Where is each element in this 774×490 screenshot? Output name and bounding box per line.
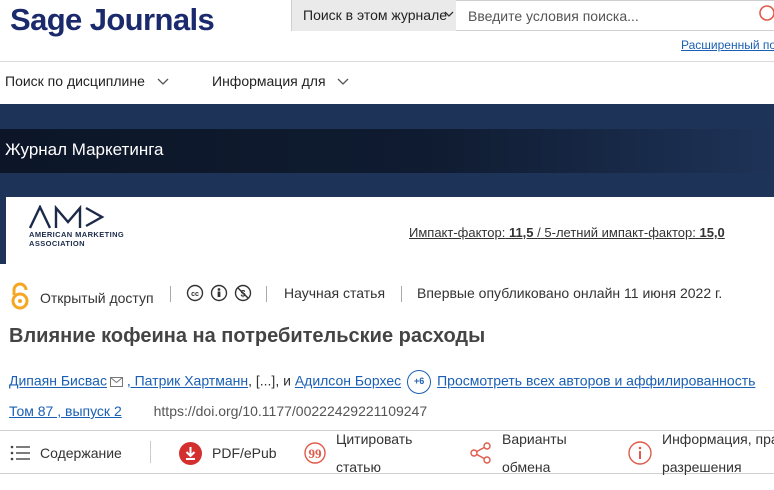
search-input[interactable] [456,0,774,31]
ama-logo-icon[interactable] [28,205,106,229]
view-all-authors-link[interactable]: Просмотреть всех авторов и аффилированно… [437,373,755,389]
open-access-icon [11,282,29,310]
cc-by-icon [210,284,228,302]
chevron-down-icon [337,78,349,86]
pdf-epub-label: PDF/ePub [212,445,277,461]
journal-title[interactable]: Журнал Маркетинга [5,140,164,160]
authors-row: Дипаян Бисвас , Патрик Хартманн, [...], … [9,370,774,394]
ama-logo-line: ASSOCIATION [29,239,85,248]
author-link[interactable]: , Патрик Хартманн [127,373,248,389]
svg-text:99: 99 [309,446,323,461]
impact5-label: 5-летний импакт-фактор: [544,225,696,240]
divider [170,286,171,302]
article-access-row: Открытый доступ cc $ Научная статья Впер… [0,278,774,314]
license-icons[interactable]: cc $ [186,284,252,302]
divider [401,286,402,302]
nav-item-label: Поиск по дисциплине [5,73,145,89]
sage-journals-logo[interactable]: Sage Journals [10,2,215,38]
volume-issue-link[interactable]: Том 87 , выпуск 2 [9,403,122,419]
download-icon [179,441,202,465]
search-icon[interactable] [757,5,774,25]
impact-separator: / [537,225,541,240]
cc-nc-icon: $ [234,284,252,302]
quote-icon: 99 [304,442,326,464]
impact-label: Импакт-фактор: [409,225,506,240]
share-options-button[interactable]: Варианты обмена [470,431,567,475]
journal-banner: Журнал Маркетинга AMERICAN MARKETING ASS… [0,104,774,264]
authors-ellipsis: , [...], и [248,372,295,389]
advanced-search-link[interactable]: Расширенный по [681,38,774,52]
info-permissions-button[interactable]: Информация, пра разрешения [628,431,774,475]
author-link[interactable]: Адилсон Борхес [295,373,401,389]
divider [150,441,151,463]
cc-icon: cc [186,284,204,302]
volume-row: Том 87 , выпуск 2 https://doi.org/10.117… [9,403,427,419]
ama-logo-text: AMERICAN MARKETING ASSOCIATION [29,230,124,248]
share-label-line: обмена [502,459,551,475]
impact5-value: 15,0 [699,225,725,240]
info-label: Информация, пра разрешения [662,431,774,475]
cite-article-button[interactable]: 99 Цитировать статью [304,431,412,475]
chevron-down-icon [444,11,454,17]
ama-logo-line: AMERICAN MARKETING [29,230,125,239]
article-type: Научная статья [284,285,386,301]
nav-item-label: Информация для [212,73,326,89]
chevron-down-icon [157,78,169,86]
cite-label-line: Цитировать [336,431,413,447]
main-nav: Поиск по дисциплине Информация для [0,62,774,104]
search-scope-label: Поиск в этом журнале [303,7,448,23]
open-access-label: Открытый доступ [40,290,154,306]
article-title: Влияние кофеина на потребительские расхо… [9,325,486,347]
mail-icon[interactable] [109,377,123,387]
article-toolbar: Содержание PDF/ePub 99 Цитировать статью… [0,430,774,475]
author-link[interactable]: Дипаян Бисвас [9,373,107,389]
search-scope-select[interactable]: Поиск в этом журнале [291,0,456,31]
list-icon [10,445,30,461]
pdf-epub-button[interactable]: PDF/ePub [179,431,277,475]
impact-value: 11,5 [508,225,534,240]
contents-button[interactable]: Содержание [10,431,122,475]
doi-text[interactable]: https://doi.org/10.1177/0022242922110924… [154,403,428,419]
impact-factor-link[interactable]: Импакт-фактор: 11,5 / 5-летний импакт-фа… [409,225,725,240]
share-icon [470,442,491,464]
info-icon [628,441,652,465]
publication-date: Впервые опубликовано онлайн 11 июня 2022… [417,285,723,301]
nav-item-browse-discipline[interactable]: Поиск по дисциплине [5,73,169,89]
info-label-line: разрешения [662,459,742,475]
divider [266,286,267,302]
contents-label: Содержание [40,445,122,461]
share-label: Варианты обмена [502,425,567,481]
nav-item-information-for[interactable]: Информация для [212,73,349,89]
more-authors-badge[interactable]: +6 [407,370,432,394]
svg-text:cc: cc [191,291,199,298]
cite-label-line: статью [336,459,381,475]
journal-meta-box: AMERICAN MARKETING ASSOCIATION Импакт-фа… [6,197,774,264]
share-label-line: Варианты [502,431,567,447]
site-header: Sage Journals Поиск в этом журнале Расши… [0,0,774,62]
journal-title-strip: Журнал Маркетинга [0,129,774,173]
cite-label: Цитировать статью [336,425,412,481]
info-label-line: Информация, пра [662,431,774,447]
